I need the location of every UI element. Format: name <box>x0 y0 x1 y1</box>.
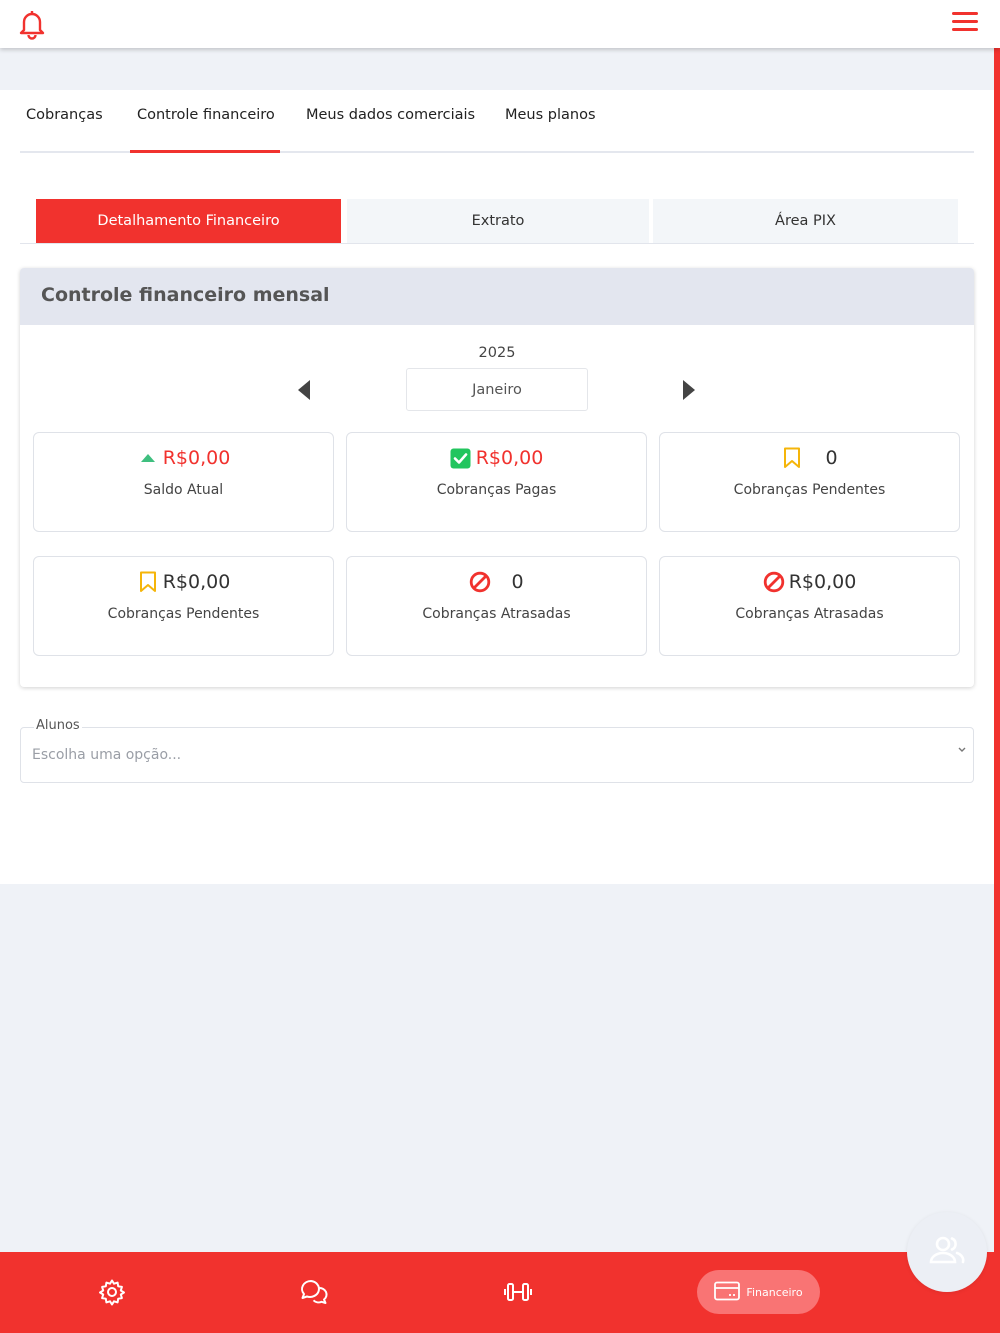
scroll-accent-strip <box>994 48 1000 1258</box>
stat-cobrancas-atrasadas-count: 0 Cobranças Atrasadas <box>346 556 647 656</box>
stat-label: Cobranças Atrasadas <box>422 606 571 622</box>
stat-value: R$0,00 <box>475 447 544 469</box>
stat-cobrancas-pendentes-valor: R$0,00 Cobranças Pendentes <box>33 556 334 656</box>
stat-value: R$0,00 <box>162 571 231 593</box>
alunos-select[interactable]: Escolha uma opção... <box>20 727 974 783</box>
bottom-nav: Financeiro <box>0 1252 1000 1333</box>
stat-value: R$0,00 <box>788 571 857 593</box>
bookmark-icon <box>137 571 159 593</box>
alunos-label: Alunos <box>34 718 82 733</box>
users-fab[interactable] <box>907 1212 987 1292</box>
tab-controle-financeiro[interactable]: Controle financeiro <box>137 107 275 123</box>
prev-month-icon[interactable] <box>298 380 310 400</box>
triangle-up-icon <box>137 447 159 469</box>
top-bar <box>0 0 1000 48</box>
stat-label: Cobranças Pendentes <box>107 606 260 622</box>
stat-value: 0 <box>825 447 838 469</box>
nav-financeiro-label: Financeiro <box>746 1285 803 1299</box>
bell-icon[interactable] <box>16 8 48 40</box>
sub-tabs: Detalhamento Financeiro Extrato Área PIX <box>20 199 974 244</box>
stat-label: Cobranças Pendentes <box>733 482 886 498</box>
stat-label: Cobranças Atrasadas <box>735 606 884 622</box>
subtab-detalhamento-financeiro[interactable]: Detalhamento Financeiro <box>36 199 341 243</box>
stat-label: Saldo Atual <box>143 482 224 498</box>
monthly-finance-card: Controle financeiro mensal 2025 Janeiro … <box>20 268 974 687</box>
top-tabs: Cobranças Controle financeiro Meus dados… <box>20 90 974 153</box>
gear-icon[interactable] <box>98 1278 126 1306</box>
year-label: 2025 <box>478 345 516 361</box>
card-title: Controle financeiro mensal <box>41 284 330 306</box>
dumbbell-icon[interactable] <box>503 1278 532 1306</box>
users-icon <box>927 1234 967 1270</box>
month-selector[interactable]: Janeiro <box>406 368 588 411</box>
stat-cobrancas-atrasadas-valor: R$0,00 Cobranças Atrasadas <box>659 556 960 656</box>
stat-cobrancas-pagas: R$0,00 Cobranças Pagas <box>346 432 647 532</box>
subtab-extrato[interactable]: Extrato <box>347 199 649 243</box>
stat-value: 0 <box>511 571 524 593</box>
month-label: Janeiro <box>472 381 522 398</box>
card-header: Controle financeiro mensal <box>20 268 974 325</box>
checkbox-check-icon <box>450 447 472 469</box>
alunos-placeholder: Escolha uma opção... <box>32 747 182 763</box>
chevron-down-icon <box>957 746 967 757</box>
tab-meus-planos[interactable]: Meus planos <box>505 107 596 123</box>
tab-cobrancas[interactable]: Cobranças <box>26 107 103 123</box>
subtab-area-pix[interactable]: Área PIX <box>653 199 958 243</box>
stat-value: R$0,00 <box>162 447 231 469</box>
bookmark-icon <box>781 447 803 469</box>
stat-label: Cobranças Pagas <box>436 482 557 498</box>
active-tab-indicator <box>130 150 280 153</box>
tab-meus-dados-comerciais[interactable]: Meus dados comerciais <box>306 107 475 123</box>
credit-card-icon <box>714 1281 741 1304</box>
prohibited-icon <box>763 571 785 593</box>
prohibited-icon <box>469 571 491 593</box>
stat-cobrancas-pendentes-count: 0 Cobranças Pendentes <box>659 432 960 532</box>
nav-financeiro-button[interactable]: Financeiro <box>697 1270 820 1314</box>
hamburger-menu-icon[interactable] <box>952 12 978 34</box>
stat-saldo-atual: R$0,00 Saldo Atual <box>33 432 334 532</box>
next-month-icon[interactable] <box>683 380 695 400</box>
chat-icon[interactable] <box>300 1278 328 1306</box>
